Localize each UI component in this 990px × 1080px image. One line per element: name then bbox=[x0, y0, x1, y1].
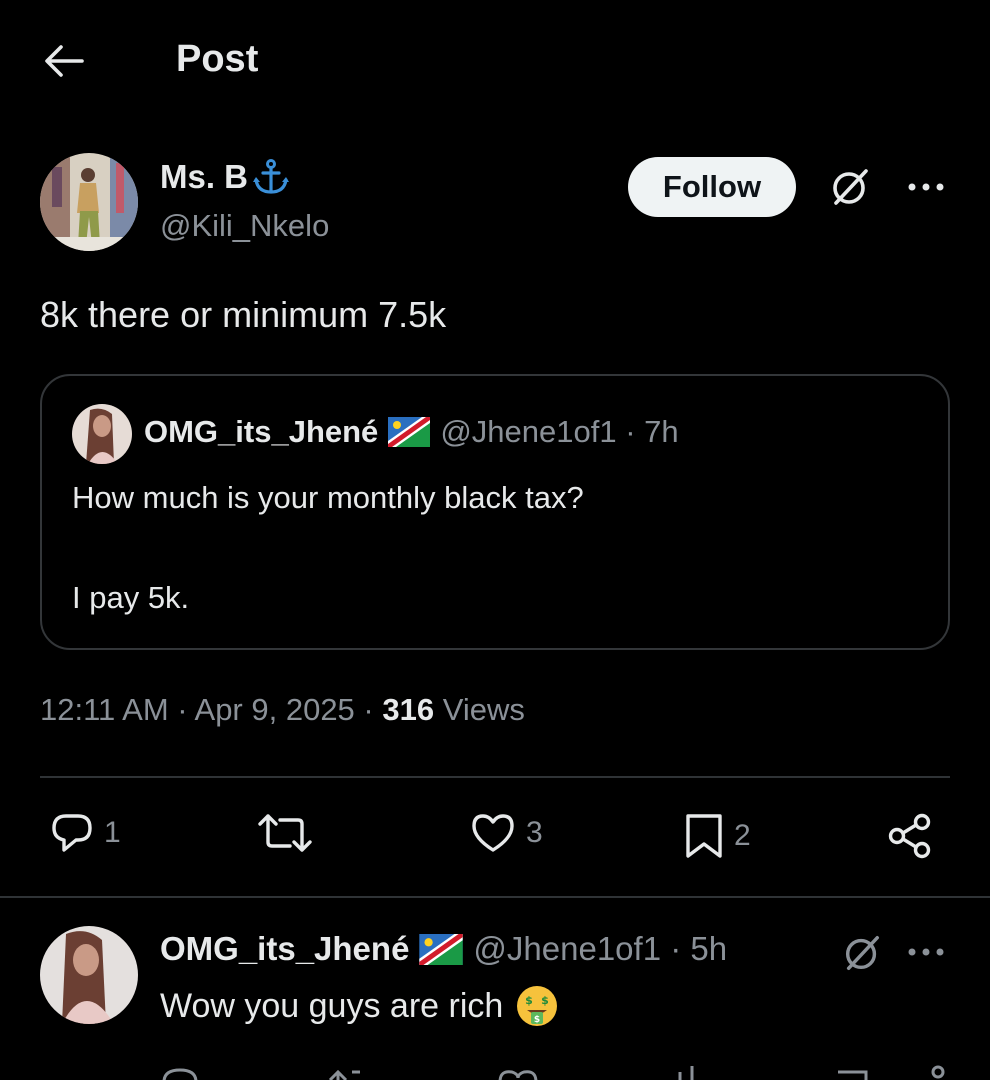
author-name-text: Ms. B bbox=[160, 158, 249, 195]
like-count: 3 bbox=[526, 816, 543, 849]
quoted-text-line: How much is your monthly black tax? bbox=[72, 480, 584, 515]
namibia-flag-icon bbox=[388, 417, 431, 447]
quoted-author-avatar bbox=[72, 404, 132, 464]
page-title: Post bbox=[176, 38, 259, 80]
views-label: Views bbox=[434, 692, 525, 727]
more-options-button[interactable] bbox=[900, 165, 952, 209]
quoted-handle-time: @Jhene1of1 · 7h bbox=[440, 414, 679, 449]
more-dots-icon bbox=[908, 948, 944, 956]
grok-icon bbox=[833, 169, 868, 205]
heart-icon bbox=[472, 814, 514, 852]
divider bbox=[40, 776, 950, 778]
repost-icon bbox=[258, 814, 312, 852]
reply-handle-time: @Jhene1of1 · 5h bbox=[473, 930, 728, 967]
bookmark-count: 2 bbox=[734, 819, 751, 852]
like-button[interactable]: 3 bbox=[470, 812, 543, 854]
reply-author-name[interactable]: OMG_its_Jhené bbox=[160, 930, 409, 968]
quoted-post-card[interactable]: OMG_its_Jhené @Jhene1of1 · 7h How much i… bbox=[40, 374, 950, 650]
arrow-left-icon bbox=[45, 45, 84, 77]
share-button[interactable] bbox=[886, 812, 934, 860]
author-name[interactable]: Ms. B bbox=[160, 158, 290, 196]
author-handle[interactable]: @Kili_Nkelo bbox=[160, 208, 329, 244]
reply-icon bbox=[52, 814, 92, 852]
post-text: 8k there or minimum 7.5k bbox=[40, 294, 447, 335]
author-avatar[interactable] bbox=[40, 153, 138, 251]
back-button[interactable] bbox=[38, 38, 90, 84]
post-timestamp: 12:11 AM · Apr 9, 2025 · bbox=[40, 692, 383, 727]
more-dots-icon bbox=[908, 183, 944, 191]
money-mouth-face-icon: $ $ $ bbox=[517, 986, 558, 1026]
post-meta: 12:11 AM · Apr 9, 2025 · 316 Views bbox=[40, 692, 525, 728]
quoted-post-header: OMG_its_Jhené @Jhene1of1 · 7h bbox=[144, 414, 679, 450]
follow-button[interactable]: Follow bbox=[628, 157, 796, 217]
svg-text:$: $ bbox=[534, 1015, 540, 1025]
bookmark-icon bbox=[686, 814, 722, 858]
anchor-icon bbox=[253, 159, 290, 194]
bookmark-button[interactable]: 2 bbox=[684, 812, 751, 860]
namibia-flag-icon bbox=[419, 933, 464, 965]
reply-text: Wow you guys are rich $ $ $ bbox=[160, 984, 559, 1028]
reply-author-avatar[interactable] bbox=[40, 926, 138, 1024]
grok-icon bbox=[845, 936, 879, 970]
more-options-button[interactable] bbox=[900, 930, 952, 974]
repost-button[interactable] bbox=[256, 812, 314, 854]
views-count: 316 bbox=[382, 692, 435, 727]
reply-action-bar bbox=[0, 1060, 990, 1080]
grok-button[interactable] bbox=[822, 162, 878, 212]
share-icon bbox=[888, 813, 931, 859]
quoted-text-line: I pay 5k. bbox=[72, 580, 190, 615]
reply-button[interactable]: 1 bbox=[50, 812, 121, 854]
reply-text-content: Wow you guys are rich bbox=[160, 986, 504, 1025]
svg-text:$: $ bbox=[525, 994, 533, 1007]
reply-header: OMG_its_Jhené @Jhene1of1 · 5h bbox=[160, 930, 727, 968]
grok-button[interactable] bbox=[834, 928, 890, 978]
svg-text:$: $ bbox=[541, 994, 549, 1007]
reply-count: 1 bbox=[104, 816, 121, 849]
quoted-author-name: OMG_its_Jhené bbox=[144, 414, 379, 449]
divider bbox=[0, 896, 990, 898]
